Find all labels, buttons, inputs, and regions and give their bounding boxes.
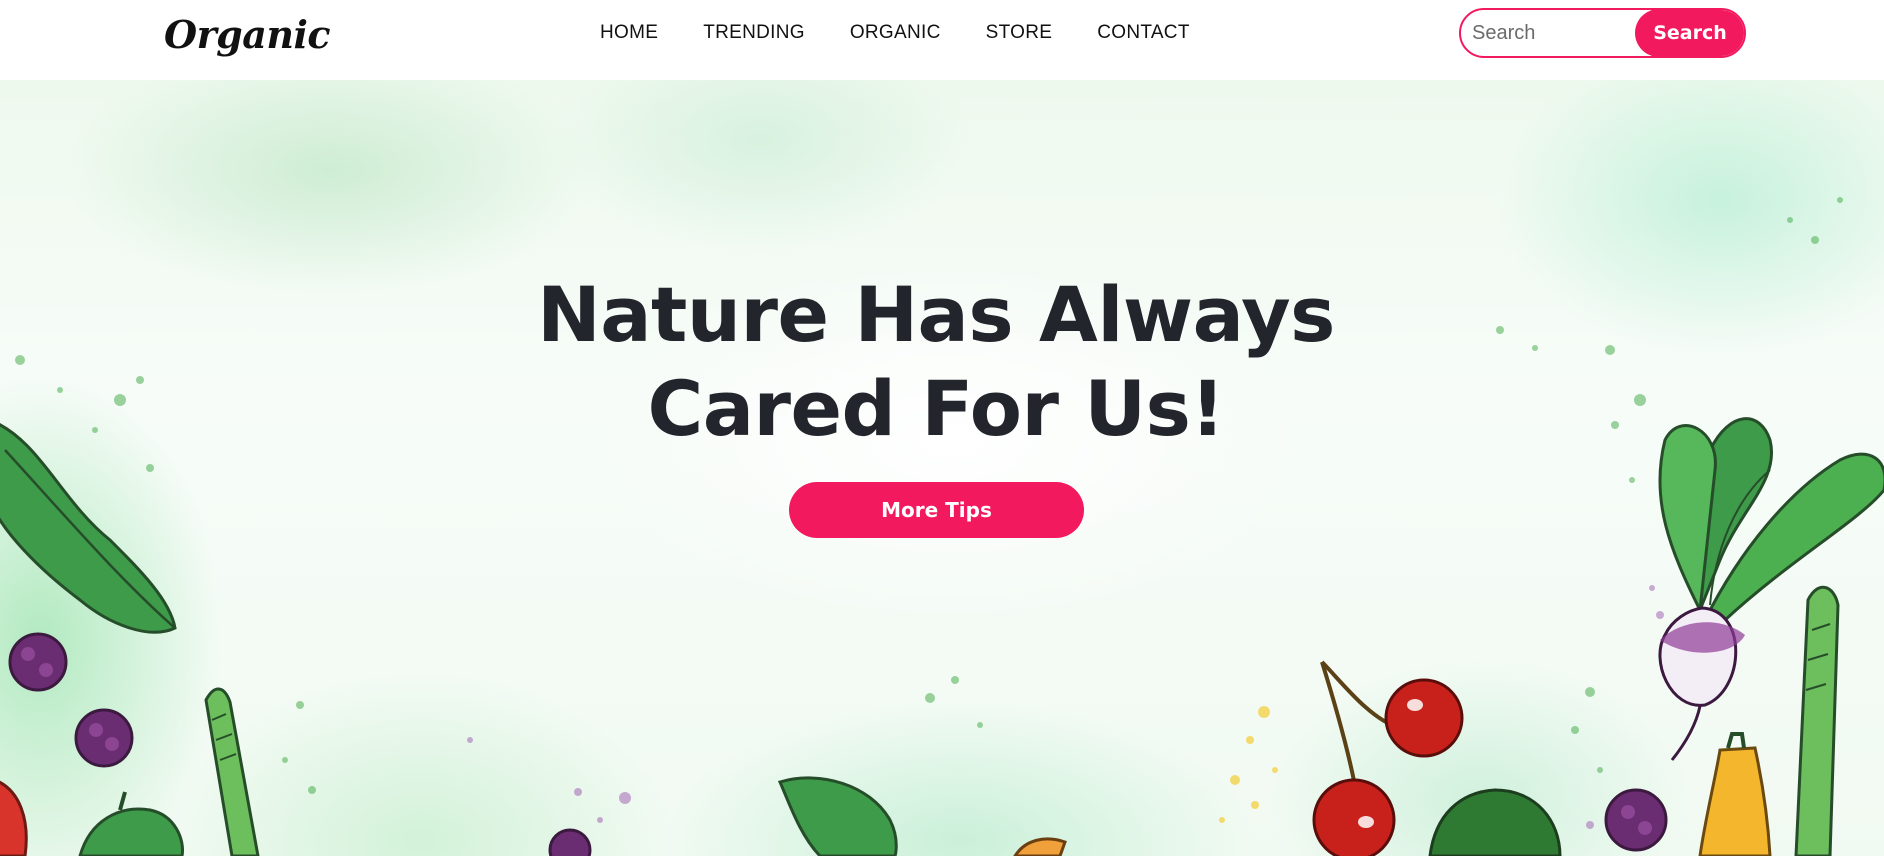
asparagus-icon (1794, 586, 1840, 856)
leaf-icon (777, 776, 898, 856)
nav-item-organic[interactable]: ORGANIC (850, 20, 941, 46)
hero-illustration (0, 197, 1884, 856)
search-input[interactable] (1461, 10, 1636, 56)
search-form: Search (1459, 8, 1746, 58)
splatter-yellow (1219, 706, 1278, 823)
blackberry-icon (1604, 788, 1668, 852)
main-nav: HOME TRENDING ORGANIC STORE CONTACT (600, 20, 1235, 46)
nav-item-contact[interactable]: CONTACT (1097, 20, 1190, 46)
turnip-icon (1658, 417, 1884, 761)
bell-pepper-icon (78, 791, 185, 856)
search-button[interactable]: Search (1635, 10, 1744, 56)
blackberry-icon (548, 828, 592, 856)
hero-section: Nature Has Always Cared For Us! More Tip… (0, 80, 1884, 856)
carrot-icon (1013, 837, 1067, 856)
avocado-icon (1428, 788, 1562, 856)
nav-item-trending[interactable]: TRENDING (703, 20, 805, 46)
brand-logo[interactable]: Organic (164, 12, 331, 58)
nav-item-store[interactable]: STORE (986, 20, 1053, 46)
strawberry-icon (0, 780, 28, 856)
nav-item-home[interactable]: HOME (600, 20, 658, 46)
yellow-pepper-icon (1698, 732, 1772, 856)
hero-headline-line2: Cared For Us! (647, 364, 1225, 453)
top-navbar: Organic HOME TRENDING ORGANIC STORE CONT… (0, 0, 1884, 80)
hero-headline: Nature Has Always Cared For Us! (536, 268, 1336, 456)
lettuce-leaf-icon (0, 423, 177, 634)
blackberry-icon (8, 632, 134, 768)
hero-headline-line1: Nature Has Always (537, 270, 1335, 359)
asparagus-icon (204, 687, 260, 856)
more-tips-button[interactable]: More Tips (789, 482, 1084, 538)
